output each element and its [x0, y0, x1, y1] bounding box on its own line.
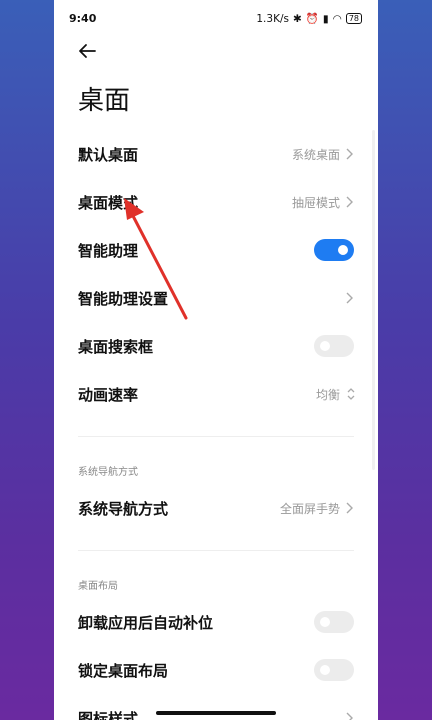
chevron-right-icon [346, 502, 353, 514]
setting-smart-assistant-settings[interactable]: 智能助理设置 [54, 274, 378, 322]
chevron-right-icon [346, 292, 353, 304]
chevron-right-icon [346, 712, 353, 720]
setting-label: 系统导航方式 [78, 500, 169, 518]
status-icons: 1.3K/s ✱ ⏰ ▮ ◠ 78 [256, 12, 362, 25]
setting-label: 动画速率 [78, 386, 139, 404]
setting-label: 锁定桌面布局 [78, 662, 169, 680]
divider [78, 436, 354, 437]
section-title-layout: 桌面布局 [78, 581, 118, 592]
setting-label: 桌面模式 [78, 194, 139, 212]
toggle-knob [320, 617, 330, 627]
setting-label: 桌面搜索框 [78, 338, 154, 356]
status-bar: 9:40 1.3K/s ✱ ⏰ ▮ ◠ 78 [54, 0, 378, 36]
smart-assistant-toggle[interactable] [314, 239, 354, 261]
signal-icon: ▮ [322, 12, 329, 25]
setting-value: 均衡 [315, 388, 340, 402]
setting-default-launcher[interactable]: 默认桌面 系统桌面 [54, 130, 378, 178]
setting-label: 卸载应用后自动补位 [78, 614, 214, 632]
battery-icon: 78 [345, 13, 362, 24]
page-title: 桌面 [78, 86, 131, 116]
settings-screen: 9:40 1.3K/s ✱ ⏰ ▮ ◠ 78 桌面 默认桌面 系统桌面 桌面模式… [54, 0, 378, 720]
setting-lock-layout: 锁定桌面布局 [54, 646, 378, 694]
setting-system-navigation[interactable]: 系统导航方式 全面屏手势 [54, 484, 378, 532]
back-arrow-icon[interactable] [76, 40, 98, 62]
setting-label: 默认桌面 [78, 146, 139, 164]
chevron-right-icon [346, 148, 353, 160]
toggle-knob [320, 665, 330, 675]
setting-label: 智能助理设置 [78, 290, 169, 308]
status-time: 9:40 [69, 12, 97, 25]
setting-animation-speed[interactable]: 动画速率 均衡 [54, 370, 378, 418]
setting-launcher-mode[interactable]: 桌面模式 抽屉模式 [54, 178, 378, 226]
lock-layout-toggle[interactable] [314, 659, 354, 681]
alarm-icon: ⏰ [305, 13, 319, 25]
bluetooth-icon: ✱ [292, 12, 302, 25]
divider [78, 550, 354, 551]
home-search-bar-toggle[interactable] [314, 335, 354, 357]
setting-value: 全面屏手势 [279, 502, 340, 516]
toggle-knob [320, 341, 330, 351]
setting-auto-fill-after-uninstall: 卸载应用后自动补位 [54, 598, 378, 646]
home-indicator[interactable] [156, 711, 276, 715]
setting-icon-style[interactable]: 图标样式 [54, 694, 378, 720]
section-title-navigation: 系统导航方式 [78, 467, 138, 478]
setting-label: 图标样式 [78, 710, 139, 720]
setting-value: 系统桌面 [291, 148, 340, 162]
setting-home-search-bar: 桌面搜索框 [54, 322, 378, 370]
setting-smart-assistant: 智能助理 [54, 226, 378, 274]
toggle-knob [338, 245, 348, 255]
auto-fill-toggle[interactable] [314, 611, 354, 633]
up-down-icon [347, 388, 355, 400]
setting-value: 抽屉模式 [291, 196, 340, 210]
chevron-right-icon [346, 196, 353, 208]
setting-label: 智能助理 [78, 242, 139, 260]
network-speed: 1.3K/s [256, 12, 289, 25]
wifi-icon: ◠ [332, 12, 342, 25]
